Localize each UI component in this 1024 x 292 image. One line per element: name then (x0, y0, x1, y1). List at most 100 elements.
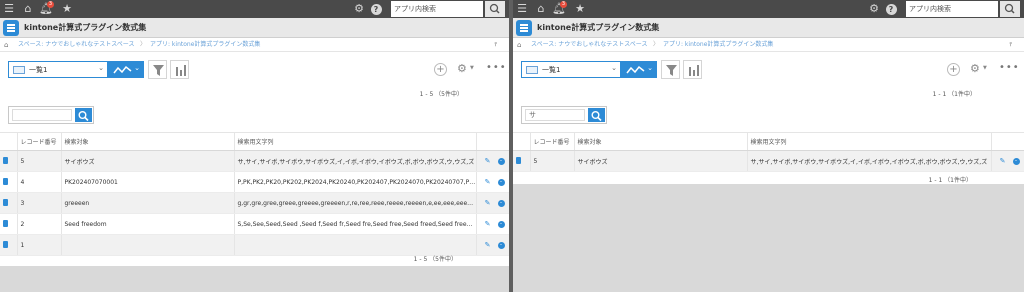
view-selector[interactable]: 一覧1 ⌄ (8, 61, 108, 78)
edit-pencil-icon[interactable]: ✎ (1000, 157, 1006, 165)
record-detail-link[interactable] (0, 213, 18, 235)
home-icon[interactable]: ⌂ (534, 2, 548, 16)
gear-icon[interactable]: ⚙ (352, 2, 366, 16)
document-icon (3, 156, 8, 164)
menu-icon[interactable]: ☰ (515, 2, 529, 16)
breadcrumb-app[interactable]: アプリ: kintone計算式プラグイン数式集 (663, 38, 773, 52)
edit-pencil-icon[interactable]: ✎ (485, 220, 491, 228)
app-title: kintone計算式プラグイン数式集 (24, 23, 147, 32)
star-icon[interactable]: ★ (60, 2, 74, 16)
breadcrumb-separator-icon: 〉 (653, 41, 660, 48)
column-header[interactable]: 検索対象 (61, 132, 235, 151)
help-icon[interactable]: ? (369, 2, 383, 16)
table-header-row: レコード番号 検索対象 検索用文字列 (513, 132, 1024, 151)
app-search-input[interactable]: アプリ内検索 (391, 1, 483, 17)
edit-pencil-icon[interactable]: ✎ (485, 199, 491, 207)
table-row: 1 ✎ – (0, 234, 509, 256)
header-spacer (513, 132, 531, 151)
remove-icon[interactable]: – (497, 200, 505, 207)
records-table: レコード番号 検索対象 検索用文字列 5 サイボウズ サ,サイ,サイボ,サイボウ… (0, 132, 509, 256)
star-icon[interactable]: ★ (573, 2, 587, 16)
more-options-icon[interactable]: ••• (999, 62, 1020, 73)
remove-icon[interactable]: – (497, 179, 505, 186)
graph-selector-button[interactable]: ⌄ (621, 61, 657, 78)
add-record-button[interactable]: + (947, 63, 960, 76)
record-detail-link[interactable] (513, 150, 531, 172)
app-icon (516, 20, 532, 36)
cell-search-string: S,Se,See,Seed,Seed ,Seed f,Seed fr,Seed … (234, 213, 477, 235)
cell-record-number: 3 (17, 192, 62, 214)
record-detail-link[interactable] (0, 150, 18, 172)
quick-search-button[interactable] (588, 108, 605, 122)
cell-search-string (234, 234, 477, 256)
graph-selector-button[interactable]: ⌄ (108, 61, 144, 78)
help-icon[interactable]: ? (884, 2, 898, 16)
view-selector[interactable]: 一覧1 ⌄ (521, 61, 621, 78)
record-count-bottom: 1 - 5 （5件中） (413, 256, 457, 263)
edit-pencil-icon[interactable]: ✎ (485, 241, 491, 249)
bar-chart-icon (689, 65, 699, 76)
cell-record-number: 4 (17, 171, 62, 193)
add-record-button[interactable]: + (434, 63, 447, 76)
search-icon (78, 111, 89, 122)
chevron-down-icon: ⌄ (611, 64, 617, 72)
app-search-input[interactable]: アプリ内検索 (906, 1, 998, 17)
more-options-icon[interactable]: ••• (486, 62, 507, 73)
chevron-down-icon: ⌄ (647, 64, 653, 72)
remove-icon[interactable]: – (497, 158, 505, 165)
app-settings-gear-icon[interactable]: ⚙ (970, 62, 980, 75)
edit-pencil-icon[interactable]: ✎ (485, 157, 491, 165)
breadcrumb-space[interactable]: スペース: ナウでおしゃれなテストスペース (531, 38, 648, 52)
menu-icon[interactable]: ☰ (2, 2, 16, 16)
record-detail-link[interactable] (0, 171, 18, 193)
column-header[interactable]: レコード番号 (17, 132, 62, 151)
line-graph-icon (626, 65, 645, 74)
breadcrumb-space[interactable]: スペース: ナウでおしゃれなテストスペース (18, 38, 135, 52)
column-header[interactable]: 検索用文字列 (747, 132, 992, 151)
chevron-down-icon: ⌄ (98, 64, 104, 72)
column-header[interactable]: 検索対象 (574, 132, 748, 151)
graph-button[interactable] (170, 60, 189, 79)
filter-button[interactable] (661, 60, 680, 79)
search-button[interactable] (485, 1, 505, 17)
record-detail-link[interactable] (0, 234, 18, 256)
gear-icon[interactable]: ⚙ (867, 2, 881, 16)
caret-down-icon: ▼ (983, 65, 987, 71)
filter-button[interactable] (148, 60, 167, 79)
right-window: ☰ ⌂ 🔔︎ 3 ★ ⚙ ? アプリ内検索 kintone計算式プラグイン数式集… (513, 0, 1024, 292)
row-actions: ✎ – (476, 171, 509, 193)
portal-home-icon[interactable]: ⌂ (517, 38, 521, 52)
record-detail-link[interactable] (0, 192, 18, 214)
graph-button[interactable] (683, 60, 702, 79)
search-icon (591, 111, 602, 122)
cell-target: サイボウズ (574, 150, 748, 172)
cell-search-string: P,PK,PK2,PK20,PK202,PK2024,PK20240,PK202… (234, 171, 477, 193)
breadcrumb-app[interactable]: アプリ: kintone計算式プラグイン数式集 (150, 38, 260, 52)
bar-chart-icon (176, 65, 186, 76)
pin-icon[interactable]: ⫯ (1009, 38, 1012, 52)
column-header[interactable]: 検索用文字列 (234, 132, 477, 151)
app-settings-gear-icon[interactable]: ⚙ (457, 62, 467, 75)
portal-home-icon[interactable]: ⌂ (4, 38, 8, 52)
table-header-row: レコード番号 検索対象 検索用文字列 (0, 132, 509, 151)
pin-icon[interactable]: ⫯ (494, 38, 497, 52)
view-selected-label: 一覧1 (29, 66, 48, 74)
home-icon[interactable]: ⌂ (21, 2, 35, 16)
quick-search-button[interactable] (75, 108, 92, 122)
edit-pencil-icon[interactable]: ✎ (485, 178, 491, 186)
app-header: kintone計算式プラグイン数式集 (0, 18, 509, 38)
remove-icon[interactable]: – (497, 242, 505, 249)
breadcrumb: ⌂ スペース: ナウでおしゃれなテストスペース 〉 アプリ: kintone計算… (513, 38, 1024, 52)
cell-record-number: 5 (17, 150, 62, 172)
filter-icon (153, 65, 164, 76)
quick-search-input[interactable] (12, 109, 72, 121)
document-icon (516, 156, 521, 164)
search-button[interactable] (1000, 1, 1020, 17)
remove-icon[interactable]: – (497, 221, 505, 228)
list-view-icon (526, 66, 538, 74)
remove-icon[interactable]: – (1012, 158, 1020, 165)
record-count-top: 1 - 1 （1件中） (932, 91, 976, 98)
quick-search-input[interactable]: サ (525, 109, 585, 121)
column-header[interactable]: レコード番号 (530, 132, 575, 151)
notification-badge: 3 (47, 1, 54, 8)
